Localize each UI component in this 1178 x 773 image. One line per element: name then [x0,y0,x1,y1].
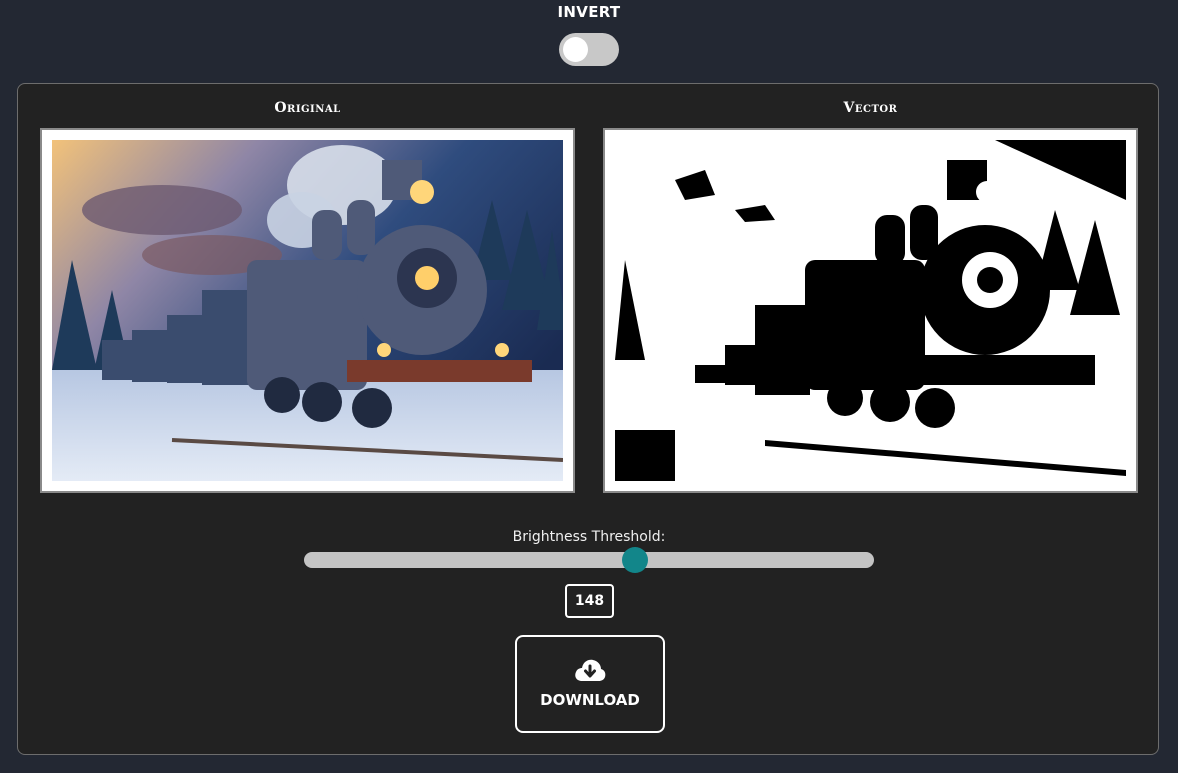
cloud-download-icon [574,657,606,687]
download-button[interactable]: DOWNLOAD [515,635,665,733]
image-panel: Original Vector Brightness Threshold: 14… [17,83,1159,755]
download-label: DOWNLOAD [540,691,640,709]
threshold-value: 148 [565,584,614,618]
original-image-frame [40,128,575,493]
invert-label: INVERT [557,3,621,21]
threshold-label: Brightness Threshold: [512,529,666,545]
vector-image-frame [603,128,1138,493]
vector-title: Vector [843,100,898,116]
invert-toggle[interactable] [559,33,619,66]
threshold-slider[interactable] [304,547,874,573]
original-title: Original [274,100,341,116]
original-image [52,140,563,481]
toggle-knob [563,37,588,62]
vector-image [615,140,1126,481]
threshold-slider-thumb[interactable] [621,547,648,573]
